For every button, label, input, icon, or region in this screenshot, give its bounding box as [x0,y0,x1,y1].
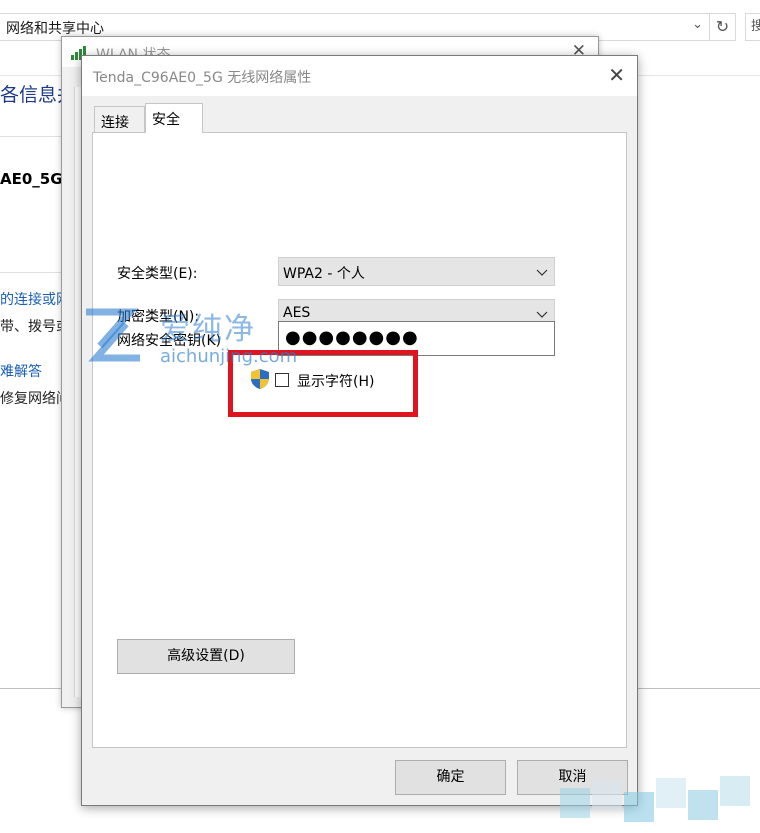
network-key-label: 网络安全密钥(K) [117,333,222,349]
network-key-input[interactable]: ●●●●●●●● [278,321,555,356]
encryption-type-label: 加密类型(N): [117,309,200,325]
network-name: AE0_5G [0,170,63,188]
refresh-button[interactable]: ↻ [710,13,736,41]
dialog-titlebar: Tenda_C96AE0_5G 无线网络属性 ✕ [82,56,637,96]
uac-shield-icon [251,369,269,389]
security-type-select[interactable]: WPA2 - 个人 [278,257,555,286]
security-type-label: 安全类型(E): [117,266,198,282]
tab-connection[interactable]: 连接 [94,106,145,133]
tab-security[interactable]: 安全 [145,103,203,133]
chevron-down-icon [536,269,548,276]
security-tab-panel: 安全类型(E): WPA2 - 个人 加密类型(N): AES 网络安全密钥(K… [92,132,627,748]
advanced-settings-button[interactable]: 高级设置(D) [117,639,295,674]
dialog-title: Tenda_C96AE0_5G 无线网络属性 [93,70,312,86]
setup-connection-desc: 带、拨号或 [0,319,70,335]
ok-button[interactable]: 确定 [395,760,506,795]
cancel-button[interactable]: 取消 [517,760,628,795]
show-characters-checkbox[interactable] [275,373,289,387]
encryption-type-value: AES [283,305,311,321]
close-icon[interactable]: ✕ [608,63,625,87]
show-characters-label: 显示字符(H) [297,374,375,390]
search-box[interactable]: 搜 [745,13,760,41]
setup-connection-link[interactable]: 的连接或网 [0,289,70,309]
security-type-value: WPA2 - 个人 [283,266,365,282]
address-text: 网络和共享中心 [6,21,104,37]
troubleshoot-link[interactable]: 难解答 [0,361,42,381]
wireless-properties-dialog: Tenda_C96AE0_5G 无线网络属性 ✕ 连接 安全 安全类型(E): … [81,55,638,806]
chevron-down-icon[interactable]: ⌄ [692,17,703,32]
troubleshoot-desc: 修复网络问 [0,391,70,407]
chevron-down-icon [536,311,548,318]
